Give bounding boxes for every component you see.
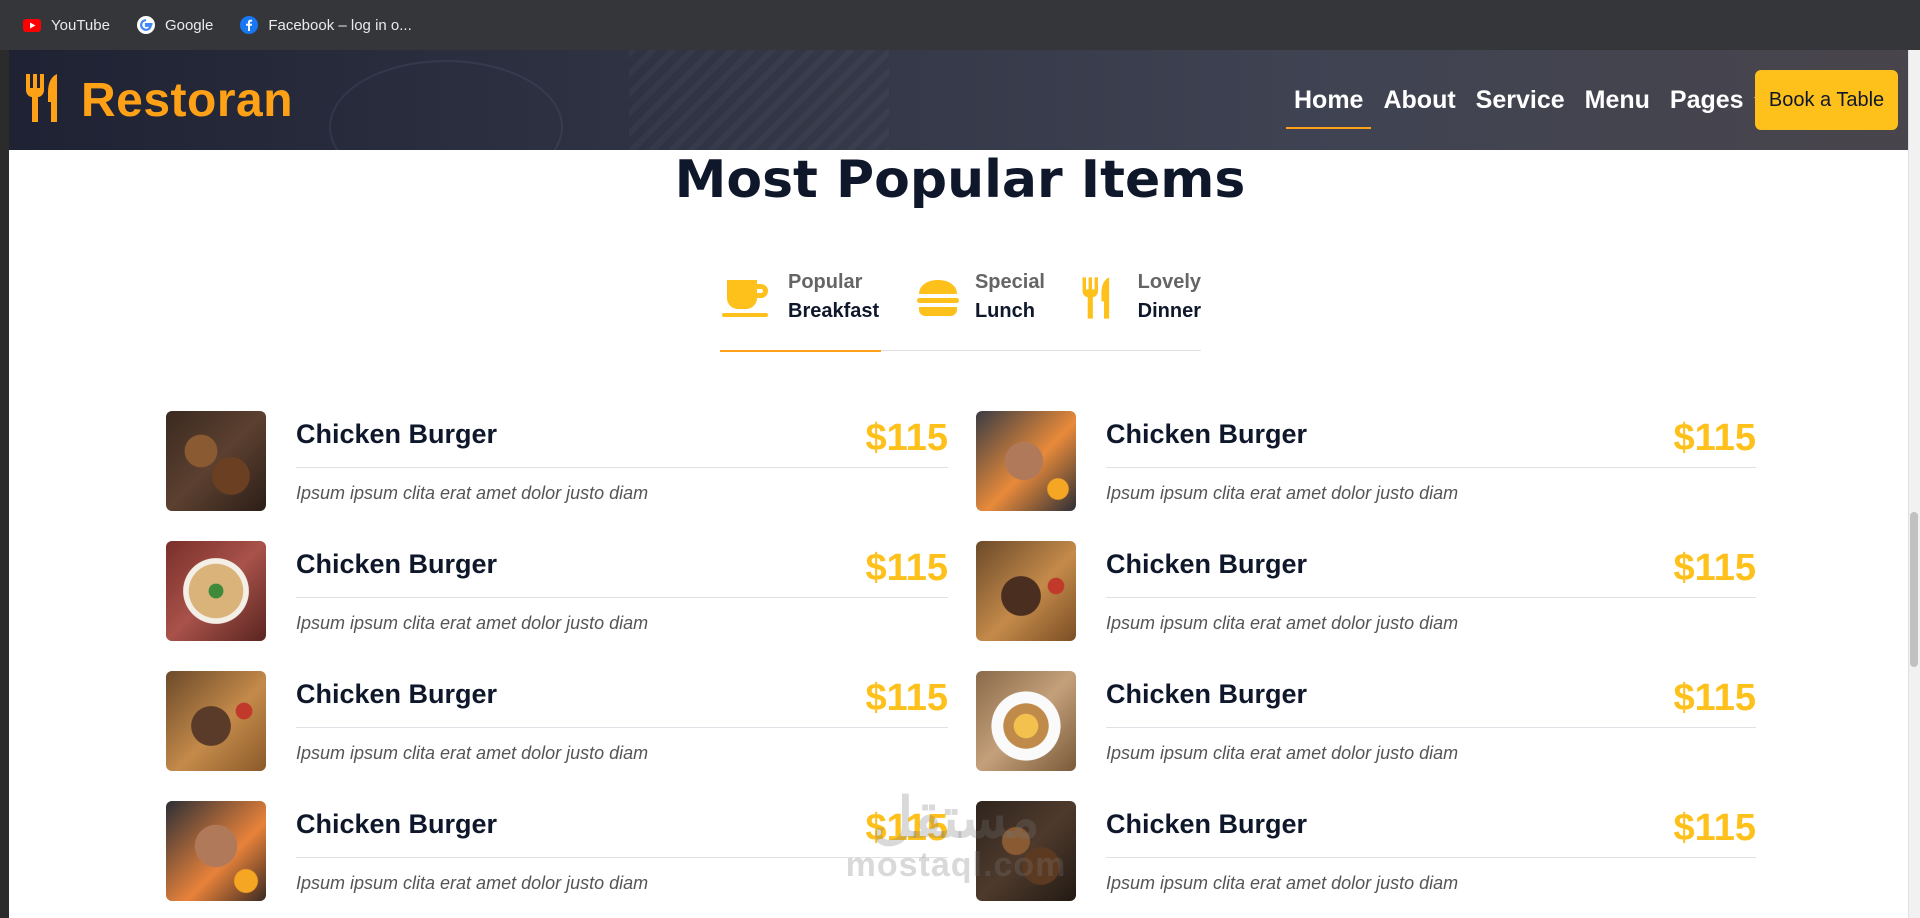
item-name: Chicken Burger [296, 809, 498, 839]
food-image [976, 541, 1076, 641]
nav-about[interactable]: About [1373, 71, 1465, 129]
section-title: Most Popular Items [674, 150, 1246, 210]
nav-pages-label: Pages [1669, 85, 1744, 114]
menu-item: Chicken Burger $115 Ipsum ipsum clita er… [166, 411, 948, 511]
bookmark-label: Google [164, 16, 214, 34]
menu-tabs: Popular Breakfast Special Lunch Lovely D… [720, 268, 1201, 352]
item-name: Chicken Burger [296, 419, 498, 449]
book-table-button[interactable]: Book a Table [1755, 70, 1898, 130]
item-price: $115 [1673, 417, 1756, 459]
youtube-icon [22, 15, 42, 35]
item-price: $115 [865, 807, 948, 849]
brand-logo[interactable]: Restoran [23, 72, 293, 129]
item-description: Ipsum ipsum clita erat amet dolor justo … [1106, 613, 1459, 633]
divider [296, 727, 948, 728]
item-description: Ipsum ipsum clita erat amet dolor justo … [1106, 743, 1459, 763]
bookmarks-bar: YouTube Google Facebook – log in o... [0, 0, 1920, 50]
bookmark-google[interactable]: Google [136, 15, 213, 35]
facebook-icon [239, 15, 259, 35]
item-name: Chicken Burger [1106, 549, 1308, 579]
food-image [166, 411, 266, 511]
item-name: Chicken Burger [1106, 679, 1308, 709]
tab-dinner-sub: Lovely [1137, 271, 1201, 293]
bookmark-label: Facebook – log in o... [268, 16, 412, 34]
item-name: Chicken Burger [1106, 419, 1308, 449]
item-description: Ipsum ipsum clita erat amet dolor justo … [296, 743, 649, 763]
tab-lunch[interactable]: Special Lunch [915, 268, 1045, 351]
item-price: $115 [865, 677, 948, 719]
utensils-icon [1073, 274, 1124, 322]
item-name: Chicken Burger [296, 549, 498, 579]
food-image [166, 671, 266, 771]
divider [296, 467, 948, 468]
bookmark-label: YouTube [51, 16, 110, 34]
item-price: $115 [1673, 807, 1756, 849]
brand-name: Restoran [81, 74, 294, 127]
item-description: Ipsum ipsum clita erat amet dolor justo … [296, 873, 649, 893]
nav-service[interactable]: Service [1466, 71, 1575, 129]
item-price: $115 [865, 547, 948, 589]
item-description: Ipsum ipsum clita erat amet dolor justo … [1106, 873, 1459, 893]
tab-dinner-main: Dinner [1137, 300, 1201, 322]
menu-item: Chicken Burger $115 Ipsum ipsum clita er… [976, 411, 1756, 511]
divider [1106, 857, 1756, 858]
scrollbar-thumb[interactable] [1910, 512, 1918, 667]
utensils-icon [23, 72, 65, 129]
menu-item: Chicken Burger $115 Ipsum ipsum clita er… [166, 801, 948, 901]
tab-lunch-sub: Special [974, 271, 1045, 293]
tab-breakfast-main: Breakfast [788, 300, 880, 322]
food-image [976, 671, 1076, 771]
menu-item: Chicken Burger $115 Ipsum ipsum clita er… [166, 541, 948, 641]
divider [296, 857, 948, 858]
food-image [166, 801, 266, 901]
menu-item: Chicken Burger $115 Ipsum ipsum clita er… [166, 671, 948, 771]
nav-menu[interactable]: Menu [1575, 71, 1660, 129]
bookmark-facebook[interactable]: Facebook – log in o... [239, 15, 412, 35]
tab-dinner[interactable]: Lovely Dinner [1073, 268, 1201, 351]
food-image [976, 411, 1076, 511]
food-image [166, 541, 266, 641]
divider [296, 597, 948, 598]
tab-lunch-main: Lunch [974, 300, 1035, 322]
google-icon [136, 15, 156, 35]
site-navbar: Restoran Home About Service Menu Pages B… [9, 50, 1908, 150]
bookmark-youtube[interactable]: YouTube [22, 15, 110, 35]
hamburger-icon [915, 274, 961, 322]
item-name: Chicken Burger [1106, 809, 1308, 839]
item-price: $115 [1673, 677, 1756, 719]
item-price: $115 [1673, 547, 1756, 589]
tab-breakfast-sub: Popular [788, 271, 863, 293]
coffee-cup-icon [720, 274, 774, 322]
divider [1106, 727, 1756, 728]
item-description: Ipsum ipsum clita erat amet dolor justo … [296, 483, 649, 503]
food-image [976, 801, 1076, 901]
item-description: Ipsum ipsum clita erat amet dolor justo … [296, 613, 649, 633]
item-price: $115 [865, 417, 948, 459]
nav-links: Home About Service Menu Pages [1284, 50, 1778, 150]
nav-home[interactable]: Home [1284, 71, 1373, 129]
menu-item: Chicken Burger $115 Ipsum ipsum clita er… [976, 801, 1756, 901]
tab-breakfast[interactable]: Popular Breakfast [720, 268, 881, 352]
item-name: Chicken Burger [296, 679, 498, 709]
item-description: Ipsum ipsum clita erat amet dolor justo … [1106, 483, 1459, 503]
divider [1106, 597, 1756, 598]
menu-item: Chicken Burger $115 Ipsum ipsum clita er… [976, 541, 1756, 641]
divider [1106, 467, 1756, 468]
menu-item: Chicken Burger $115 Ipsum ipsum clita er… [976, 671, 1756, 771]
